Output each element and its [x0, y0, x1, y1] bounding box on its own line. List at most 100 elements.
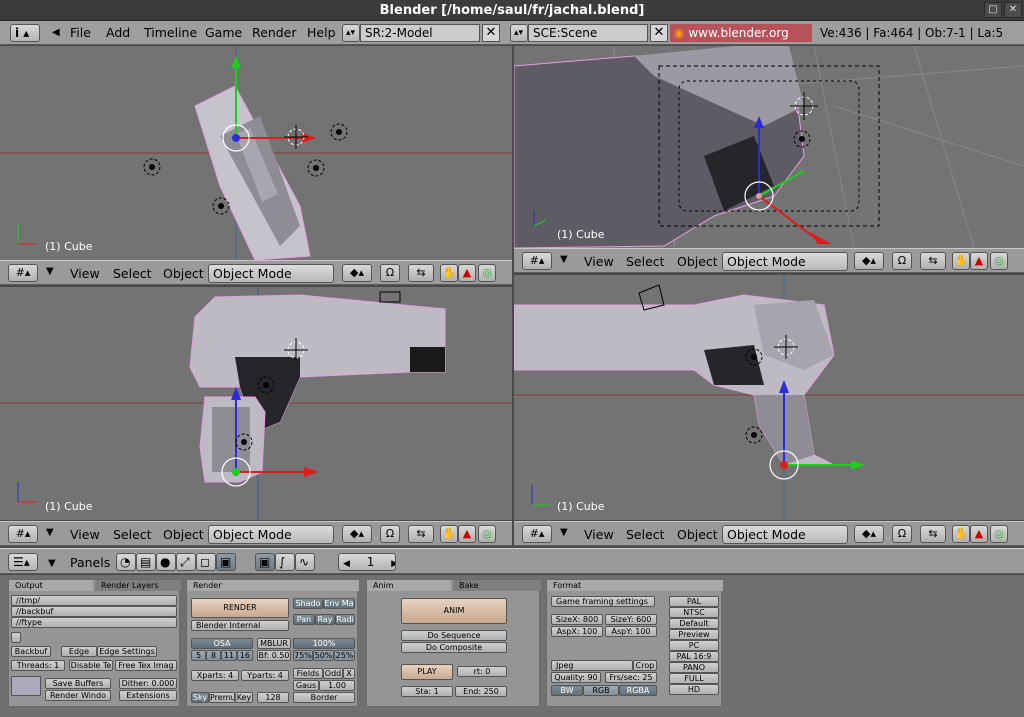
menu-select[interactable]: Select	[113, 266, 152, 281]
tab-render-layers[interactable]: Render Layers	[95, 580, 181, 591]
collapse-menu-icon[interactable]: ◀	[52, 25, 60, 41]
rotate-icon[interactable]: ◎	[478, 264, 496, 282]
shading-icon[interactable]: ●	[156, 553, 176, 571]
preset-pc[interactable]: PC	[669, 640, 719, 651]
buttons-window-type-icon[interactable]: ☰▴	[8, 553, 38, 571]
backbuf-path-field[interactable]: //backbuf	[11, 606, 177, 617]
backbuf-toggle[interactable]: Backbuf	[11, 646, 51, 657]
viewport-top-left[interactable]: (1) Cube	[0, 46, 512, 260]
key-toggle[interactable]: Key	[235, 692, 253, 703]
preset-hd[interactable]: HD	[669, 684, 719, 695]
gauss-value-field[interactable]: 1.00	[319, 680, 355, 691]
osa-8[interactable]: 8	[206, 650, 221, 661]
preset-pano[interactable]: PANO	[669, 662, 719, 673]
render-window-select[interactable]: Render Windo	[45, 690, 111, 701]
menu-view[interactable]: View	[70, 527, 100, 542]
render-button[interactable]: RENDER	[191, 598, 289, 618]
start-frame-field[interactable]: Sta: 1	[401, 686, 453, 697]
collapse-icon[interactable]: ▼	[48, 556, 56, 572]
percent-50[interactable]: 50%	[313, 650, 334, 661]
mode-select[interactable]: Object Mode	[208, 264, 334, 283]
pivot-icon[interactable]: Ω	[892, 525, 912, 543]
screen-browse-icon[interactable]: ▴▾	[342, 24, 360, 42]
translate-icon[interactable]: ▲	[458, 264, 476, 282]
menu-view[interactable]: View	[584, 254, 614, 269]
sizex-field[interactable]: SizeX: 800	[551, 614, 603, 625]
website-banner[interactable]: ◉ www.blender.org 245	[670, 24, 812, 58]
delete-screen-icon[interactable]: ✕	[482, 24, 500, 42]
osa-11[interactable]: 11	[221, 650, 237, 661]
bf-field[interactable]: Bf: 0.50	[257, 650, 291, 661]
menu-file[interactable]: File	[70, 25, 91, 41]
percent-100[interactable]: 100%	[293, 638, 355, 649]
menu-object[interactable]: Object	[677, 527, 718, 542]
delete-scene-icon[interactable]: ✕	[650, 24, 668, 42]
hand-icon[interactable]: ✋	[952, 252, 970, 270]
draw-type-icon[interactable]: ◆▴	[854, 525, 884, 543]
border-toggle[interactable]: Border	[293, 692, 355, 703]
percent-75[interactable]: 75%	[293, 650, 313, 661]
tab-format[interactable]: Format	[547, 580, 723, 591]
close-icon[interactable]: ✕	[1004, 2, 1022, 18]
tab-render[interactable]: Render	[187, 580, 359, 591]
rgb-toggle[interactable]: RGB	[583, 685, 619, 696]
file-format-select[interactable]: Jpeg	[551, 660, 633, 671]
preset-pal[interactable]: PAL	[669, 596, 719, 607]
menu-view[interactable]: View	[584, 527, 614, 542]
preset-preview[interactable]: Preview	[669, 629, 719, 640]
mode-select[interactable]: Object Mode	[722, 525, 848, 544]
menu-object[interactable]: Object	[163, 527, 204, 542]
mode-select[interactable]: Object Mode	[208, 525, 334, 544]
pivot-icon[interactable]: Ω	[892, 252, 912, 270]
edge-toggle[interactable]: Edge	[61, 646, 97, 657]
scene-browse-icon[interactable]: ▴▾	[510, 24, 528, 42]
translate-icon[interactable]: ▲	[970, 252, 988, 270]
rgba-toggle[interactable]: RGBA	[619, 685, 657, 696]
ray-toggle[interactable]: Ray	[315, 614, 335, 625]
menu-object[interactable]: Object	[677, 254, 718, 269]
collapse-icon[interactable]: ▼	[560, 527, 568, 538]
grid-icon[interactable]: #▴	[522, 252, 552, 270]
layers-icon[interactable]: ⇆	[920, 525, 946, 543]
pano-toggle[interactable]: Pan	[293, 614, 315, 625]
object-icon[interactable]: ⤢	[176, 553, 196, 571]
maximize-icon[interactable]: □	[984, 2, 1002, 18]
screen-name-field[interactable]: SR:2-Model	[360, 24, 480, 42]
translate-icon[interactable]: ▲	[458, 525, 476, 543]
hand-icon[interactable]: ✋	[440, 264, 458, 282]
pivot-icon[interactable]: Ω	[380, 525, 400, 543]
osa-5[interactable]: 5	[191, 650, 206, 661]
anim-buttons-icon[interactable]: ∫	[275, 553, 295, 571]
menu-select[interactable]: Select	[626, 527, 665, 542]
tab-anim[interactable]: Anim	[367, 580, 451, 591]
fields-toggle[interactable]: Fields	[293, 668, 323, 679]
draw-type-icon[interactable]: ◆▴	[342, 264, 372, 282]
small-toggle[interactable]	[11, 632, 21, 643]
free-tex-toggle[interactable]: Free Tex Imag	[115, 660, 177, 671]
osa-16[interactable]: 16	[237, 650, 253, 661]
menu-timeline[interactable]: Timeline	[144, 25, 197, 41]
xparts-field[interactable]: Xparts: 4	[191, 670, 239, 681]
bits-select[interactable]: 128	[257, 692, 289, 703]
do-composite-toggle[interactable]: Do Composite	[401, 642, 507, 653]
quality-field[interactable]: Quality: 90	[551, 672, 601, 683]
edge-settings-button[interactable]: Edge Settings	[97, 646, 157, 657]
radio-toggle[interactable]: Radi	[335, 614, 355, 625]
menu-game[interactable]: Game	[205, 25, 242, 41]
envmap-toggle[interactable]: Env Ma	[323, 598, 355, 609]
draw-type-icon[interactable]: ◆▴	[854, 252, 884, 270]
threads-field[interactable]: Threads: 1	[11, 660, 65, 671]
viewport-top-right[interactable]: (1) Cube	[514, 46, 1024, 248]
rotate-icon[interactable]: ◎	[990, 252, 1008, 270]
bw-toggle[interactable]: BW	[551, 685, 583, 696]
collapse-icon[interactable]: ▼	[46, 266, 54, 277]
output-path-field[interactable]: //tmp/	[11, 595, 177, 606]
osa-toggle[interactable]: OSA	[191, 638, 253, 649]
disable-tex-toggle[interactable]: Disable Te	[69, 660, 113, 671]
scene-icon[interactable]: ▣	[216, 553, 236, 571]
menu-select[interactable]: Select	[113, 527, 152, 542]
layers-icon[interactable]: ⇆	[920, 252, 946, 270]
x-toggle[interactable]: X	[343, 668, 355, 679]
aspy-field[interactable]: AspY: 100	[605, 626, 657, 637]
play-button[interactable]: PLAY	[401, 664, 453, 680]
